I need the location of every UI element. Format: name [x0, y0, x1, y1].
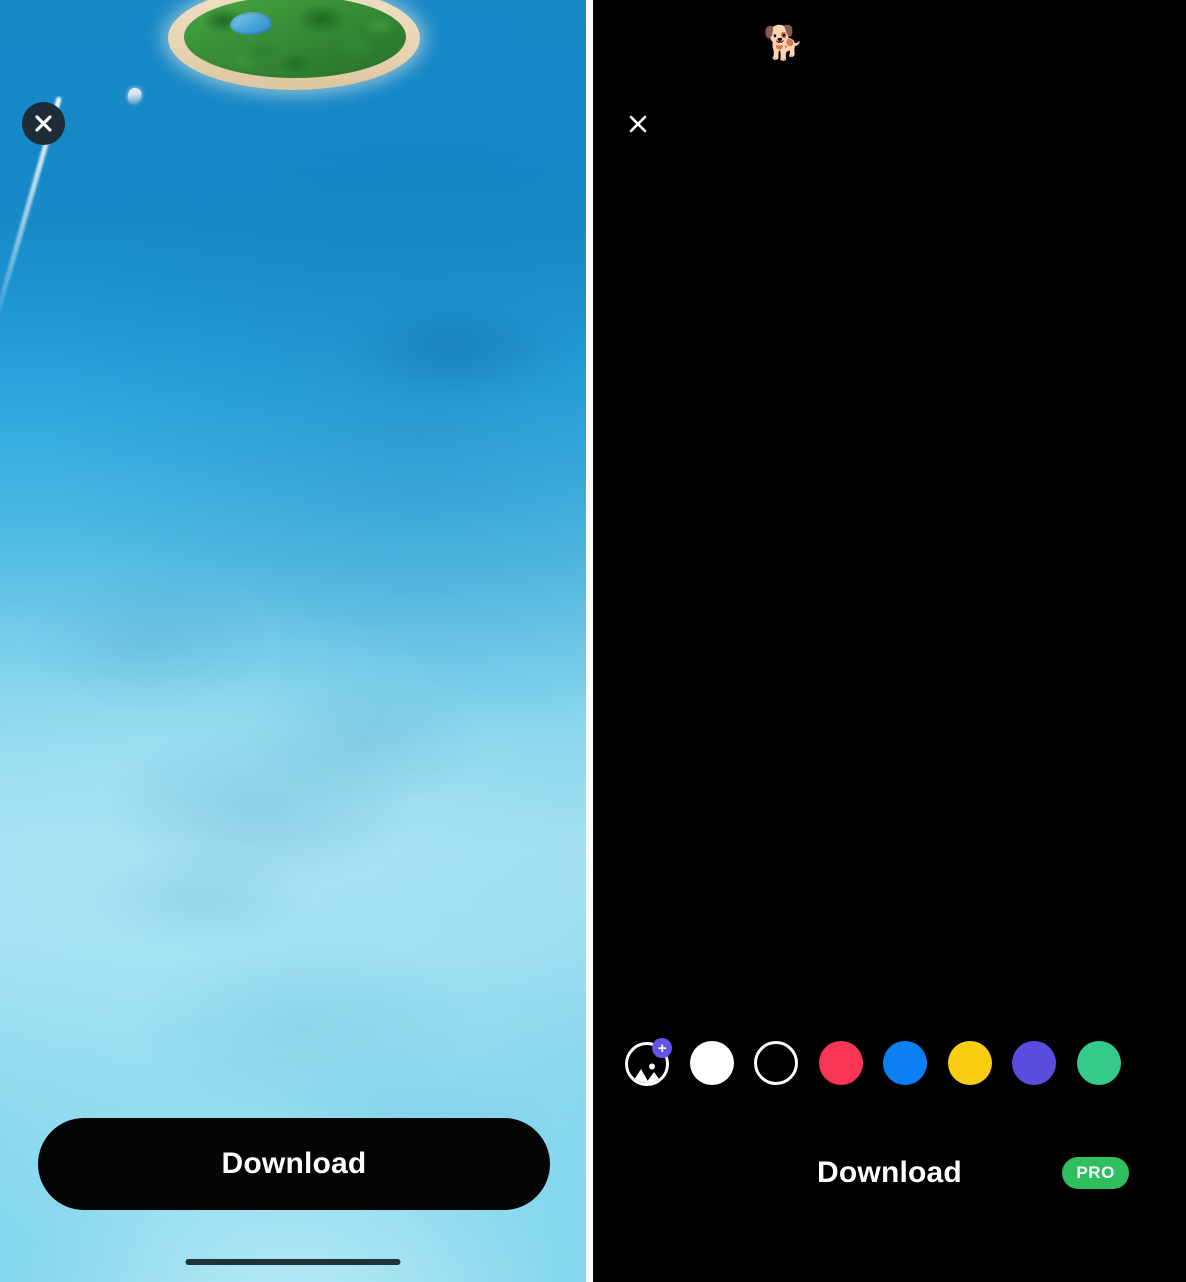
dual-screen-container: Download 🐕 + Download PRO: [0, 0, 1186, 1282]
color-swatch-blue[interactable]: [883, 1041, 928, 1085]
swatch-slot-purple: [1002, 1041, 1067, 1085]
plus-badge-icon: +: [652, 1038, 673, 1058]
screen-divider: [586, 0, 593, 1282]
island-lagoon: [230, 12, 272, 35]
pro-badge[interactable]: PRO: [1062, 1157, 1129, 1189]
close-button[interactable]: [22, 102, 65, 145]
color-swatch-red[interactable]: [818, 1041, 863, 1085]
close-button[interactable]: [619, 105, 657, 143]
add-image-button[interactable]: +: [623, 1038, 673, 1087]
add-image-slot: +: [615, 1038, 680, 1087]
color-swatch-yellow[interactable]: [947, 1041, 992, 1085]
download-button[interactable]: Download: [817, 1156, 962, 1190]
color-swatch-green[interactable]: [1076, 1041, 1121, 1085]
close-icon: [629, 115, 647, 133]
download-button-label: Download: [221, 1147, 367, 1180]
home-indicator: [185, 1259, 401, 1265]
swatch-slot-black: [744, 1041, 809, 1085]
wallpaper-image: [0, 0, 586, 1282]
photo-icon: [632, 1063, 663, 1083]
swatch-slot-red: [809, 1041, 874, 1085]
deep-water-patch: [330, 300, 580, 410]
shiba-inu-emoji-icon[interactable]: 🐕: [763, 26, 804, 59]
color-picker-row: +: [615, 1036, 1164, 1090]
background-editor-screen: 🐕 + Download PRO: [593, 0, 1186, 1282]
swatch-slot-white: [680, 1041, 745, 1085]
download-button[interactable]: Download: [38, 1118, 550, 1210]
island-graphic: [168, 0, 420, 90]
wallpaper-preview-screen: Download: [0, 0, 586, 1282]
download-row: Download PRO: [593, 1150, 1186, 1196]
close-icon: [35, 115, 52, 132]
swatch-slot-yellow: [938, 1041, 1003, 1085]
color-swatch-black[interactable]: [754, 1041, 799, 1085]
color-swatch-white[interactable]: [689, 1041, 734, 1085]
swatch-slot-blue: [873, 1041, 938, 1085]
color-swatch-purple[interactable]: [1012, 1041, 1057, 1085]
swatch-slot-green: [1067, 1041, 1132, 1085]
